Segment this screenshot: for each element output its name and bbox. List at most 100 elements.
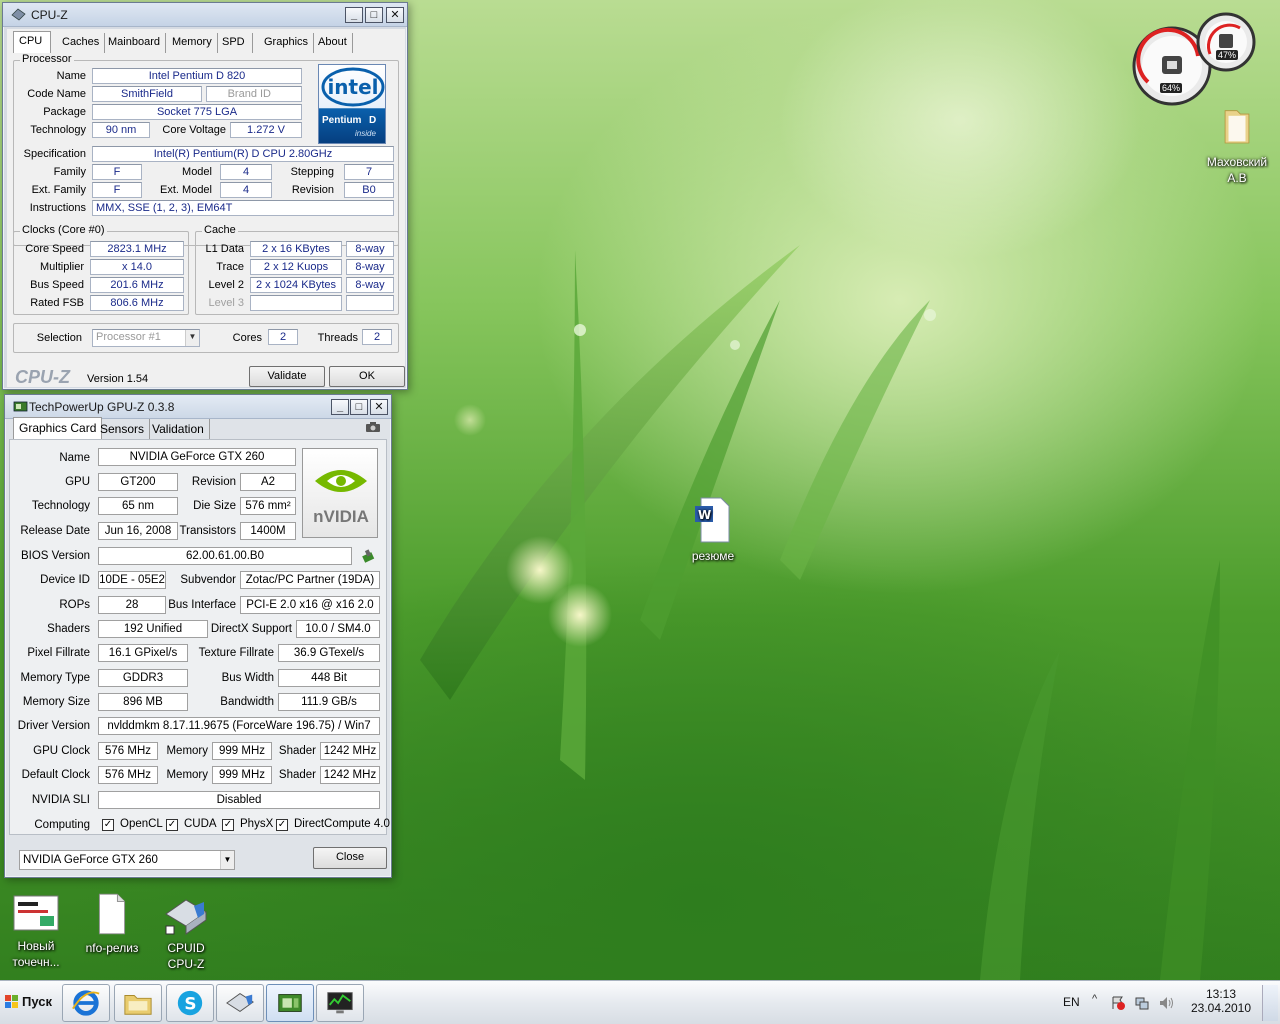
memsize-value: 896 MB [98,693,188,711]
card-select-dropdown[interactable]: NVIDIA GeForce GTX 260 ▼ [19,850,235,870]
maximize-button[interactable]: □ [350,399,368,415]
resume-label: резюме [691,549,735,563]
intel-line3: inside [355,129,376,138]
skype-icon: S [177,990,203,1016]
volume-icon[interactable] [1158,995,1174,1011]
corespeed-value: 2823.1 MHz [90,241,184,257]
show-desktop-button[interactable] [1262,985,1278,1021]
cpuz-version: Version 1.54 [87,373,149,385]
cpuz-icon [226,993,254,1013]
physx-checkbox[interactable]: ✓ [222,819,234,831]
bios-save-icon[interactable] [360,548,376,564]
opencl-label: OpenCL [120,818,163,830]
gpuz-titlebar[interactable]: TechPowerUp GPU-Z 0.3.8 _ □ ✕ [5,395,391,419]
defmem-value: 999 MHz [212,766,272,784]
tab-cpu[interactable]: CPU [13,31,51,53]
minimize-button[interactable]: _ [345,7,363,23]
trace-value: 2 x 12 Kuops [250,259,342,275]
tab-validation[interactable]: Validation [147,419,210,439]
tab-mainboard[interactable]: Mainboard [103,33,166,53]
revision-value: A2 [240,473,296,491]
nvidia-logo: nVIDIA [302,448,378,538]
model-value: 4 [220,164,272,180]
rops-label: ROPs [59,599,90,611]
texturefill-value: 36.9 GTexel/s [278,644,380,662]
taskbar-monitor[interactable] [316,984,364,1022]
directcompute-checkbox[interactable]: ✓ [276,819,288,831]
bios-value: 62.00.61.00.B0 [98,547,352,565]
validate-button[interactable]: Validate [249,366,325,387]
action-center-icon[interactable] [1110,995,1126,1011]
intel-logo: intel Pentium D inside [318,64,386,144]
svg-text:S: S [184,994,196,1014]
cuda-checkbox[interactable]: ✓ [166,819,178,831]
clock[interactable]: 13:13 23.04.2010 [1186,987,1256,1015]
trace-label: Trace [216,261,244,273]
desktop-icon-resume[interactable]: W резюме [680,496,746,564]
taskbar-explorer[interactable] [114,984,162,1022]
cpu-meter-gadget[interactable]: 64% 47% [1128,6,1258,106]
close-button[interactable]: ✕ [370,399,388,415]
nvidia-wordmark: nVIDIA [313,507,369,526]
word-document-icon: W [695,497,730,543]
cache-group-label: Cache [202,224,238,236]
ok-button[interactable]: OK [329,366,405,387]
tab-caches[interactable]: Caches [57,33,106,53]
texturefill-label: Texture Fillrate [198,647,274,659]
close-button[interactable]: ✕ [386,7,404,23]
transistors-label: Transistors [179,525,236,537]
threads-value: 2 [362,329,392,345]
performance-monitor-icon [327,992,353,1014]
cores-value: 2 [268,329,298,345]
network-icon[interactable] [1134,995,1150,1011]
language-indicator[interactable]: EN [1063,995,1080,1009]
tab-graphics[interactable]: Graphics [259,33,315,53]
tab-graphics-card[interactable]: Graphics Card [13,417,103,439]
gpuz-icon [278,994,302,1012]
desktop-icon-nfo[interactable]: nfo-релиз [78,892,146,956]
shortcut-label-line2: точечн... [12,955,60,969]
computing-label: Computing [34,819,90,831]
l3-value [250,295,342,311]
start-button[interactable]: Пуск [2,989,56,1015]
tab-sensors[interactable]: Sensors [95,419,151,439]
tab-spd[interactable]: SPD [217,33,253,53]
taskbar-skype[interactable]: S [166,984,214,1022]
deviceid-value: 10DE - 05E2 [98,571,166,589]
tab-memory[interactable]: Memory [167,33,218,53]
codename-value: SmithField [92,86,202,102]
release-value: Jun 16, 2008 [98,522,178,540]
show-hidden-icons-icon[interactable]: ^ [1092,993,1097,1005]
taskbar-gpuz[interactable] [266,984,314,1022]
tab-about[interactable]: About [313,33,353,53]
close-button-footer[interactable]: Close [313,847,387,869]
camera-icon[interactable] [365,421,381,433]
start-label: Пуск [22,994,52,1009]
sli-value: Disabled [98,791,380,809]
l3-way [346,295,394,311]
ratedfsb-label: Rated FSB [30,297,84,309]
gpuz-window: TechPowerUp GPU-Z 0.3.8 _ □ ✕ Graphics C… [4,394,392,878]
opencl-checkbox[interactable]: ✓ [102,819,114,831]
bandwidth-value: 111.9 GB/s [278,693,380,711]
name-value: NVIDIA GeForce GTX 260 [98,448,296,466]
gpuz-tabs: Graphics Card Sensors Validation [13,417,383,439]
specification-value: Intel(R) Pentium(R) D CPU 2.80GHz [92,146,394,162]
maximize-button[interactable]: □ [365,7,383,23]
cpuz-titlebar[interactable]: CPU-Z _ □ ✕ [3,3,407,27]
gpuz-body: nVIDIA Name NVIDIA GeForce GTX 260 GPU G… [9,439,390,835]
processor-group: Processor Name Intel Pentium D 820 Code … [13,53,399,246]
taskbar-cpuz[interactable] [216,984,264,1022]
subvendor-value: Zotac/PC Partner (19DA) [240,571,380,589]
selection-dropdown[interactable]: Processor #1 ▼ [92,329,200,347]
minimize-button[interactable]: _ [331,399,349,415]
taskbar-ie[interactable] [62,984,110,1022]
diesize-value: 576 mm² [240,497,296,515]
shaders-value: 192 Unified [98,620,208,638]
desktop-icon-cpuz[interactable]: CPUID CPU-Z [154,892,218,972]
stepping-value: 7 [344,164,394,180]
family-value: F [92,164,142,180]
desktop-icon-folder[interactable]: Маховский А.В [1196,102,1278,186]
svg-text:W: W [698,508,711,522]
desktop-icon-shortcut[interactable]: Новый точечн... [4,894,68,970]
